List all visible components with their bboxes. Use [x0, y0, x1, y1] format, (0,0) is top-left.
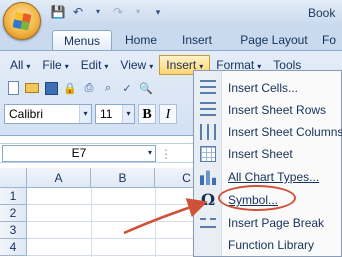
font-size-select[interactable]: 11 ▾	[95, 104, 135, 124]
open-folder-icon[interactable]	[23, 79, 41, 97]
menu-item-label: Function Library	[228, 238, 315, 252]
column-header-b[interactable]: B	[91, 168, 155, 188]
menu-edit[interactable]: Edit ▾	[75, 55, 115, 75]
research-icon[interactable]: 🔍	[137, 79, 155, 97]
select-all-corner[interactable]	[0, 168, 27, 188]
annotation-ellipse	[218, 185, 296, 211]
insert-columns-icon	[200, 124, 216, 140]
chevron-down-icon: ▾	[104, 62, 109, 71]
print-icon[interactable]: ⎙	[80, 79, 98, 97]
menu-view-label: View	[120, 58, 147, 72]
quick-access-toolbar: 💾 ↶ ▾ ↷ ▾ ▾	[50, 4, 166, 20]
menu-view[interactable]: View ▾	[114, 55, 159, 75]
menu-insert-label: Insert	[166, 58, 197, 72]
ribbon-tabs: Menus Home Insert Page Layout Fo	[0, 26, 342, 50]
office-button[interactable]	[3, 2, 41, 40]
row-header-3[interactable]: 3	[0, 222, 27, 239]
redo-icon[interactable]: ↷	[110, 4, 126, 20]
row-header-1[interactable]: 1	[0, 188, 27, 205]
window-title: Book	[308, 6, 336, 20]
insert-sheet-icon	[200, 146, 216, 162]
save-icon[interactable]: 💾	[50, 4, 66, 20]
chevron-down-icon: ▾	[149, 62, 154, 71]
bold-button[interactable]: B	[138, 104, 156, 124]
standard-toolbar: 🔒 ⎙ ⌕ ✓ 🔍	[4, 79, 155, 99]
tab-formulas[interactable]: Fo	[322, 30, 342, 50]
page-break-icon	[200, 218, 216, 228]
tab-page-layout[interactable]: Page Layout	[236, 30, 312, 50]
menu-item-insert-sheet-rows[interactable]: Insert Sheet Rows	[194, 99, 342, 121]
column-header-a[interactable]: A	[27, 168, 91, 188]
undo-icon[interactable]: ↶	[70, 4, 86, 20]
font-name-select[interactable]: Calibri ▾	[4, 104, 92, 124]
menu-item-label: Insert Sheet Rows	[228, 103, 327, 117]
menu-item-insert-page-break[interactable]: Insert Page Break	[194, 212, 342, 234]
menu-file[interactable]: File ▾	[36, 55, 74, 75]
divider-dots: ⋮	[160, 147, 172, 161]
save-icon[interactable]	[42, 79, 60, 97]
font-size-value: 11	[100, 107, 113, 121]
redo-dropdown-icon[interactable]: ▾	[130, 4, 146, 20]
row-header-2[interactable]: 2	[0, 205, 27, 222]
new-document-icon[interactable]	[4, 79, 22, 97]
menu-item-insert-cells[interactable]: Insert Cells...	[194, 77, 342, 99]
row-header-4[interactable]: 4	[0, 239, 27, 256]
italic-button[interactable]: I	[159, 104, 177, 124]
menu-item-label: Insert Cells...	[228, 81, 299, 95]
font-toolbar: Calibri ▾ 11 ▾ B I	[4, 103, 177, 125]
chevron-down-icon: ▾	[64, 62, 69, 71]
menu-all[interactable]: All ▾	[4, 55, 36, 75]
font-name-value: Calibri	[9, 107, 44, 121]
chart-icon	[200, 170, 216, 185]
menu-item-label: All Chart Types...	[228, 170, 320, 184]
undo-dropdown-icon[interactable]: ▾	[90, 4, 106, 20]
chevron-down-icon: ▾	[122, 105, 134, 123]
title-bar: 💾 ↶ ▾ ↷ ▾ ▾ Book	[0, 0, 342, 26]
name-box[interactable]: E7	[2, 145, 156, 162]
menu-item-function-library[interactable]: Function Library	[194, 234, 342, 256]
chevron-down-icon[interactable]: ▾	[148, 148, 152, 157]
menu-edit-label: Edit	[80, 58, 102, 72]
office-logo-icon	[12, 11, 32, 31]
menu-all-label: All	[10, 58, 24, 72]
tab-insert[interactable]: Insert	[174, 30, 220, 50]
spelling-icon[interactable]: ✓	[118, 79, 136, 97]
insert-cells-icon	[200, 80, 216, 96]
menu-item-label: Insert Page Break	[228, 216, 325, 230]
menu-item-label: Insert Sheet	[228, 147, 293, 161]
chevron-down-icon: ▾	[26, 62, 31, 71]
insert-dropdown-menu: Insert Cells... Insert Sheet Rows Insert…	[193, 70, 342, 257]
tab-home[interactable]: Home	[118, 30, 164, 50]
menu-item-insert-sheet-columns[interactable]: Insert Sheet Columns	[194, 121, 342, 143]
menu-item-label: Insert Sheet Columns	[228, 125, 342, 139]
insert-rows-icon	[200, 102, 216, 118]
print-preview-icon[interactable]: ⌕	[99, 79, 117, 97]
permission-icon[interactable]: 🔒	[61, 79, 79, 97]
chevron-down-icon: ▾	[79, 105, 91, 123]
tab-menus[interactable]: Menus	[52, 30, 112, 50]
menu-file-label: File	[42, 58, 62, 72]
menu-item-insert-sheet[interactable]: Insert Sheet	[194, 143, 342, 165]
customize-qat-icon[interactable]: ▾	[150, 4, 166, 20]
omega-icon: Ω	[200, 190, 216, 209]
